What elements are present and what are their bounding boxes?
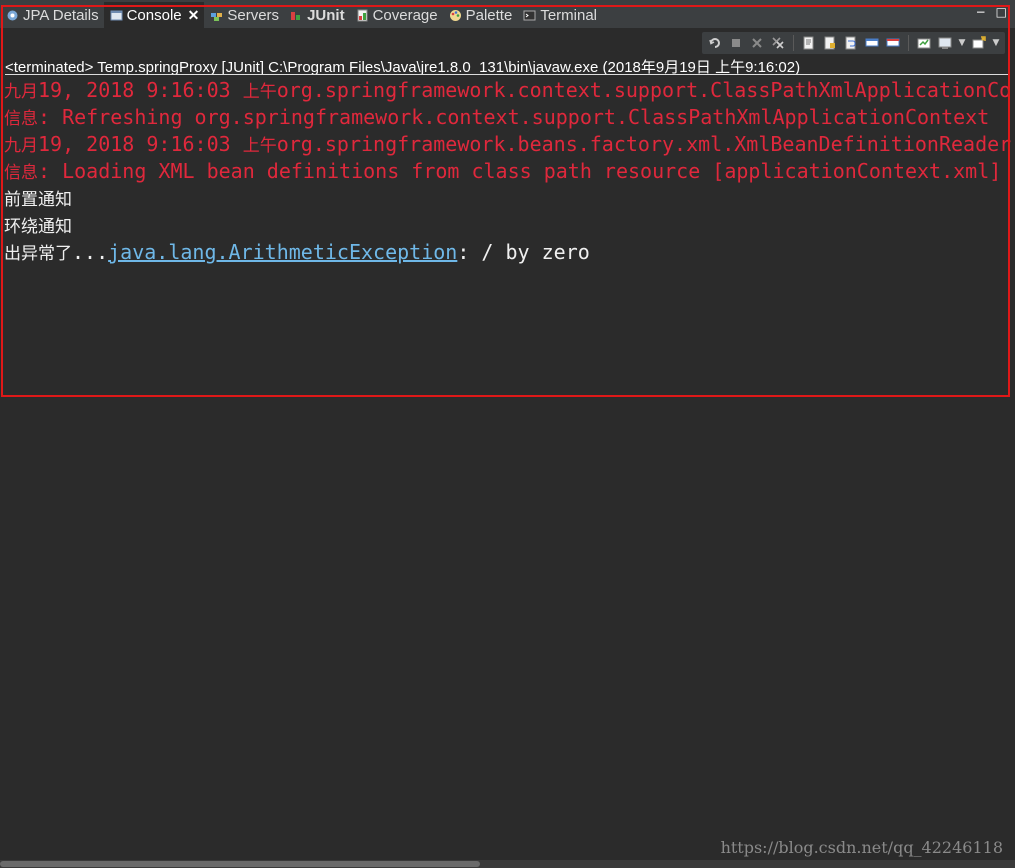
- console-output[interactable]: 九月19, 2018 9:16:03 上午org.springframework…: [4, 77, 1012, 397]
- scrollbar-thumb[interactable]: [0, 861, 480, 867]
- output-text: 前置通知: [4, 190, 72, 210]
- log-line: 九月19, 2018 9:16:03 上午org.springframework…: [4, 131, 1012, 158]
- log-month: 九月: [4, 82, 38, 102]
- toolbar-button-group: ▼ ▼: [702, 32, 1005, 54]
- servers-icon: [210, 9, 223, 22]
- log-ampm: 上午: [242, 136, 277, 156]
- tab-label: JPA Details: [23, 6, 99, 24]
- scroll-lock-icon[interactable]: [821, 34, 839, 52]
- show-stdout-icon[interactable]: [863, 34, 881, 52]
- terminal-icon: [523, 9, 536, 22]
- log-level: 信息: [4, 163, 38, 183]
- tab-label: Console: [126, 6, 182, 24]
- jpa-details-icon: [6, 9, 19, 22]
- display-console-icon[interactable]: [936, 34, 954, 52]
- log-line: 信息: Loading XML bean definitions from cl…: [4, 158, 1012, 185]
- output-line: 前置通知: [4, 185, 1012, 212]
- toolbar-separator: [793, 35, 794, 51]
- log-text: org.springframework.beans.factory.xml.Xm…: [276, 132, 1012, 156]
- log-ampm: 上午: [242, 82, 277, 102]
- close-icon[interactable]: ✕: [188, 7, 200, 24]
- terminate-icon[interactable]: [727, 34, 745, 52]
- tab-jpa-details[interactable]: JPA Details: [0, 2, 104, 28]
- process-status-line: <terminated> Temp.springProxy [JUnit] C:…: [5, 56, 1010, 75]
- tab-label: Servers: [227, 6, 280, 24]
- eclipse-console-view: JPA Details Console ✕ Servers JUnit Cove…: [0, 0, 1015, 868]
- clear-console-icon[interactable]: [800, 34, 818, 52]
- log-text: org.springframework.context.support.Clas…: [276, 78, 1012, 102]
- output-text: 环绕通知: [4, 217, 72, 237]
- show-stderr-icon[interactable]: [884, 34, 902, 52]
- relaunch-icon[interactable]: [706, 34, 724, 52]
- log-month: 九月: [4, 136, 38, 156]
- view-tab-bar: JPA Details Console ✕ Servers JUnit Cove…: [0, 0, 1015, 28]
- log-level: 信息: [4, 109, 38, 129]
- log-text: 19, 2018 9:16:03: [38, 132, 243, 156]
- console-toolbar: ▼ ▼: [0, 30, 1015, 56]
- remove-all-terminated-icon[interactable]: [769, 34, 787, 52]
- chevron-down-icon[interactable]: ▼: [991, 38, 1001, 48]
- toolbar-separator: [908, 35, 909, 51]
- watermark: https://blog.csdn.net/qq_42246118: [720, 838, 1003, 857]
- log-text: : Loading XML bean definitions from clas…: [38, 159, 1002, 183]
- exception-link[interactable]: java.lang.ArithmeticException: [108, 240, 457, 264]
- maximize-icon[interactable]: □: [996, 5, 1007, 19]
- exception-message: : / by zero: [457, 240, 590, 264]
- pin-console-icon[interactable]: [915, 34, 933, 52]
- tab-palette[interactable]: Palette: [443, 2, 518, 28]
- word-wrap-icon[interactable]: [842, 34, 860, 52]
- view-window-controls: − □: [976, 5, 1007, 19]
- tab-label: Coverage: [372, 6, 438, 24]
- exception-line: 出异常了...java.lang.ArithmeticException: / …: [4, 239, 1012, 266]
- output-line: 环绕通知: [4, 212, 1012, 239]
- tab-label: Terminal: [540, 6, 597, 24]
- log-text: 19, 2018 9:16:03: [38, 78, 243, 102]
- minimize-icon[interactable]: −: [976, 5, 986, 19]
- tab-console[interactable]: Console ✕: [103, 2, 205, 28]
- log-text: : Refreshing org.springframework.context…: [38, 105, 990, 129]
- palette-icon: [449, 9, 462, 22]
- tab-label: JUnit: [307, 6, 345, 24]
- log-line: 信息: Refreshing org.springframework.conte…: [4, 104, 1012, 131]
- tab-label: Palette: [465, 6, 513, 24]
- junit-icon: [290, 9, 303, 22]
- tab-junit[interactable]: JUnit: [284, 2, 350, 28]
- remove-launch-icon[interactable]: [748, 34, 766, 52]
- chevron-down-icon[interactable]: ▼: [957, 38, 967, 48]
- coverage-icon: [356, 9, 369, 22]
- exception-prefix: 出异常了: [4, 244, 72, 264]
- open-console-icon[interactable]: [970, 34, 988, 52]
- exception-dots: ...: [72, 240, 109, 264]
- tab-servers[interactable]: Servers: [204, 2, 284, 28]
- tab-coverage[interactable]: Coverage: [350, 2, 443, 28]
- log-line: 九月19, 2018 9:16:03 上午org.springframework…: [4, 77, 1012, 104]
- console-icon: [110, 9, 123, 22]
- horizontal-scrollbar[interactable]: [0, 860, 1015, 868]
- tab-terminal[interactable]: Terminal: [517, 2, 602, 28]
